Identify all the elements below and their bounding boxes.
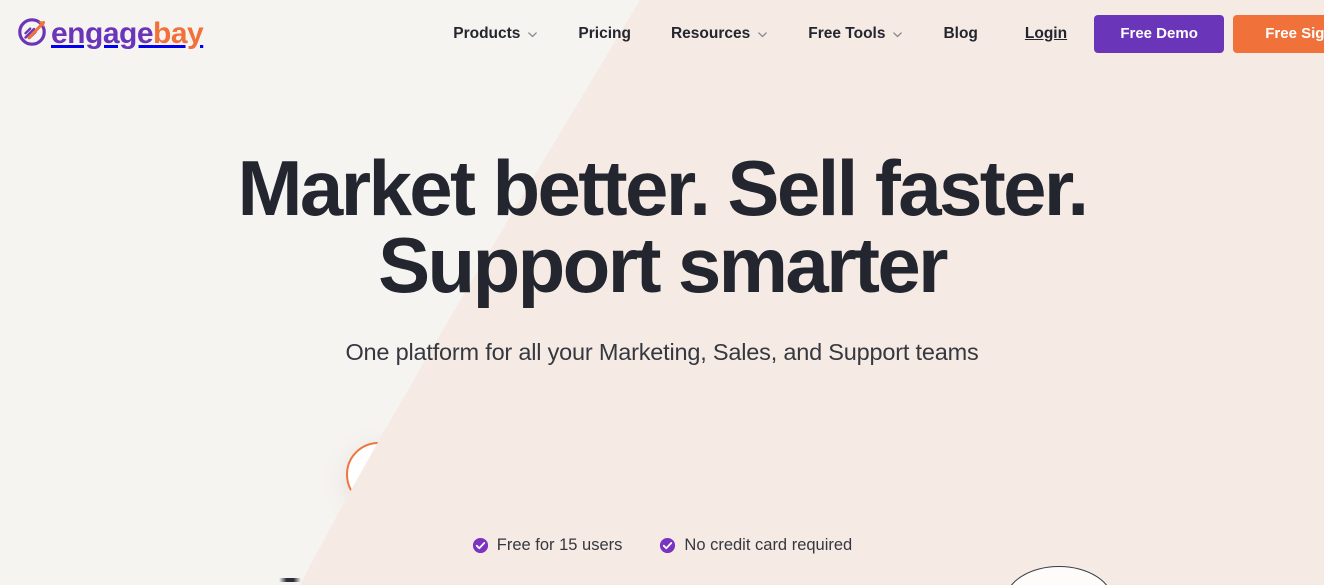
hero-headline-line-2: Support smarter xyxy=(378,220,948,309)
hero-subheadline: One platform for all your Marketing, Sal… xyxy=(345,338,979,365)
check-circle-icon xyxy=(472,537,489,554)
chevron-down-icon xyxy=(892,29,903,40)
engagebay-arrow-circle-logo-icon xyxy=(14,11,54,56)
nav-item-pricing[interactable]: Pricing xyxy=(558,25,651,43)
main-navigation: Products Pricing Resources Free Tools Bl… xyxy=(433,25,998,43)
free-signup-button[interactable]: Free Signup xyxy=(1233,14,1324,53)
engagebay-wordmark: engagebay xyxy=(51,16,204,50)
trust-item-no-credit-card-label: No credit card required xyxy=(684,536,853,554)
free-demo-button[interactable]: Free Demo xyxy=(1094,14,1225,53)
trust-item-free-users-label: Free for 15 users xyxy=(496,536,623,554)
header-actions: Login Free Demo Free Signup xyxy=(998,14,1324,53)
hero-section: Market better. Sell faster. Support smar… xyxy=(0,67,1324,366)
site-header: engagebay Products Pricing Resources Fre… xyxy=(0,0,1324,67)
nav-item-blog-label: Blog xyxy=(943,24,978,42)
trust-badges-row: Free for 15 users No credit card require… xyxy=(0,536,1324,555)
chevron-down-icon xyxy=(757,29,768,40)
hero-headline-line-1: Market better. Sell faster. xyxy=(237,144,1089,232)
nav-item-free-tools-label: Free Tools xyxy=(808,24,886,42)
check-circle-icon xyxy=(659,537,676,554)
login-link[interactable]: Login xyxy=(998,25,1094,43)
nav-item-products[interactable]: Products xyxy=(433,25,558,43)
nav-item-blog[interactable]: Blog xyxy=(923,25,997,43)
trust-item-no-credit-card: No credit card required xyxy=(659,536,852,555)
chevron-down-icon xyxy=(527,29,538,40)
nav-item-products-label: Products xyxy=(453,24,521,42)
nav-item-resources[interactable]: Resources xyxy=(651,25,788,43)
decorative-dash-shape xyxy=(279,578,301,582)
nav-item-resources-label: Resources xyxy=(670,24,751,42)
nav-item-free-tools[interactable]: Free Tools xyxy=(788,25,923,43)
hero-headline: Market better. Sell faster. Support smar… xyxy=(0,144,1324,309)
logo-word-engage: engage xyxy=(51,16,154,50)
nav-item-pricing-label: Pricing xyxy=(578,24,631,42)
engagebay-logo[interactable]: engagebay xyxy=(14,11,204,56)
logo-word-bay: bay xyxy=(153,16,204,50)
trust-item-free-users: Free for 15 users xyxy=(472,536,623,555)
